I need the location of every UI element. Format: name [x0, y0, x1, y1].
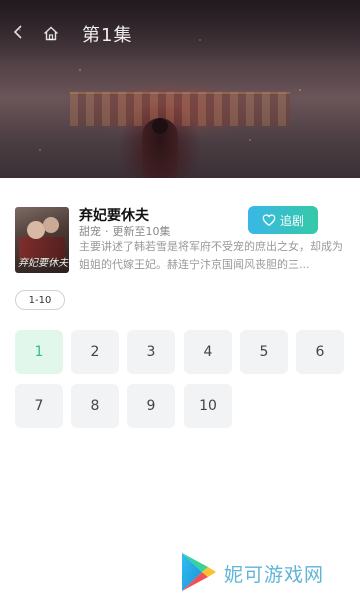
drama-title: 弃妃要休夫 — [79, 208, 149, 224]
drama-meta: 甜宠 · 更新至10集 — [79, 223, 171, 239]
home-button[interactable] — [42, 24, 60, 42]
episode-button-4[interactable]: 4 — [184, 330, 232, 374]
heart-icon — [262, 213, 276, 227]
watermark-text: 妮可游戏网 — [224, 564, 325, 586]
episode-button-7[interactable]: 7 — [15, 384, 63, 428]
watermark: 妮可游戏网 — [178, 548, 348, 596]
episode-button-1[interactable]: 1 — [15, 330, 63, 374]
meta-separator: · — [105, 225, 109, 238]
episode-button-2[interactable]: 2 — [71, 330, 119, 374]
episode-button-9[interactable]: 9 — [127, 384, 175, 428]
top-bar: 第1集 — [0, 0, 360, 46]
home-icon — [44, 26, 58, 40]
poster-art-face-2 — [43, 217, 59, 233]
episode-title: 第1集 — [82, 25, 133, 46]
chevron-left-icon — [13, 25, 22, 39]
range-tab-1-10[interactable]: 1-10 — [15, 290, 65, 310]
episode-button-5[interactable]: 5 — [240, 330, 288, 374]
episode-button-8[interactable]: 8 — [71, 384, 119, 428]
poster-title-text: 弃妃要休夫 — [18, 258, 68, 269]
episode-button-3[interactable]: 3 — [127, 330, 175, 374]
drama-info: 弃妃要休夫 弃妃要休夫 甜宠 · 更新至10集 主要讲述了韩若雪是将军府不受宠的庶出… — [15, 205, 350, 275]
back-button[interactable] — [8, 22, 28, 42]
follow-button[interactable]: 追剧 — [248, 206, 318, 234]
drama-description: 主要讲述了韩若雪是将军府不受宠的庶出之女，却成为姐姐的代嫁王妃。赫连宁汴京国闻风… — [79, 240, 343, 271]
drama-genre: 甜宠 — [79, 225, 101, 238]
update-status: 更新至10集 — [112, 225, 171, 238]
episode-button-10[interactable]: 10 — [184, 384, 232, 428]
drama-poster[interactable]: 弃妃要休夫 — [15, 207, 69, 273]
play-store-logo-icon — [182, 553, 216, 591]
episode-button-6[interactable]: 6 — [296, 330, 344, 374]
follow-label: 追剧 — [279, 213, 304, 228]
